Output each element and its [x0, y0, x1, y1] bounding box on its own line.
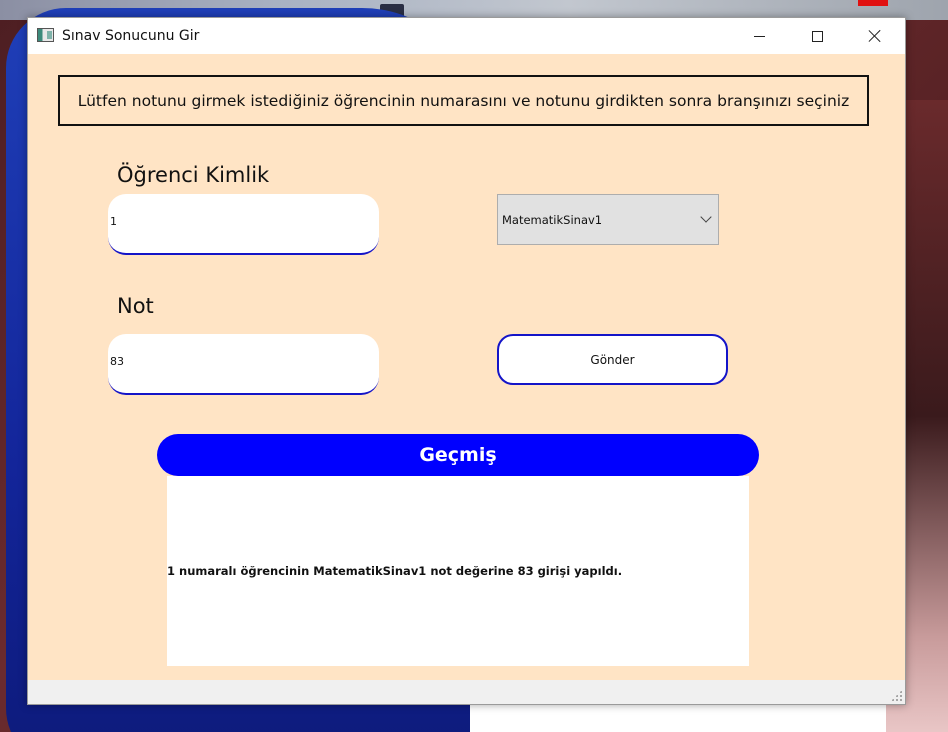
exam-select-value: MatematikSinav1	[502, 212, 603, 227]
student-id-label: Öğrenci Kimlik	[117, 163, 270, 187]
desktop-wallpaper-detail	[470, 705, 886, 732]
window-title: Sınav Sonucunu Gir	[62, 28, 200, 44]
maximize-icon	[811, 30, 823, 42]
grade-label: Not	[117, 294, 154, 318]
minimize-icon	[753, 35, 765, 37]
instruction-label: Lütfen notunu girmek istediğiniz öğrenci…	[58, 75, 869, 126]
desktop-wallpaper-detail	[858, 0, 888, 6]
maximize-button[interactable]	[788, 18, 846, 54]
chevron-down-icon	[700, 211, 712, 223]
close-icon	[868, 29, 882, 43]
student-id-input[interactable]	[110, 215, 360, 228]
status-bar	[28, 680, 905, 704]
grade-input[interactable]	[110, 355, 360, 368]
submit-button[interactable]: Gönder	[497, 334, 728, 385]
window-titlebar[interactable]: Sınav Sonucunu Gir	[28, 18, 905, 54]
history-title: Geçmiş	[157, 434, 759, 476]
close-button[interactable]	[846, 18, 904, 54]
history-list[interactable]: 1 numaralı öğrencinin MatematikSinav1 no…	[167, 476, 749, 666]
student-id-field[interactable]	[108, 194, 379, 255]
grade-field[interactable]	[108, 334, 379, 395]
history-entry: 1 numaralı öğrencinin MatematikSinav1 no…	[167, 564, 623, 578]
app-icon	[37, 28, 54, 42]
resize-grip-icon[interactable]	[891, 690, 902, 701]
minimize-button[interactable]	[730, 18, 788, 54]
exam-select[interactable]: MatematikSinav1	[497, 194, 719, 245]
exam-entry-window: Sınav Sonucunu Gir Lütfen notunu girmek …	[27, 17, 906, 705]
